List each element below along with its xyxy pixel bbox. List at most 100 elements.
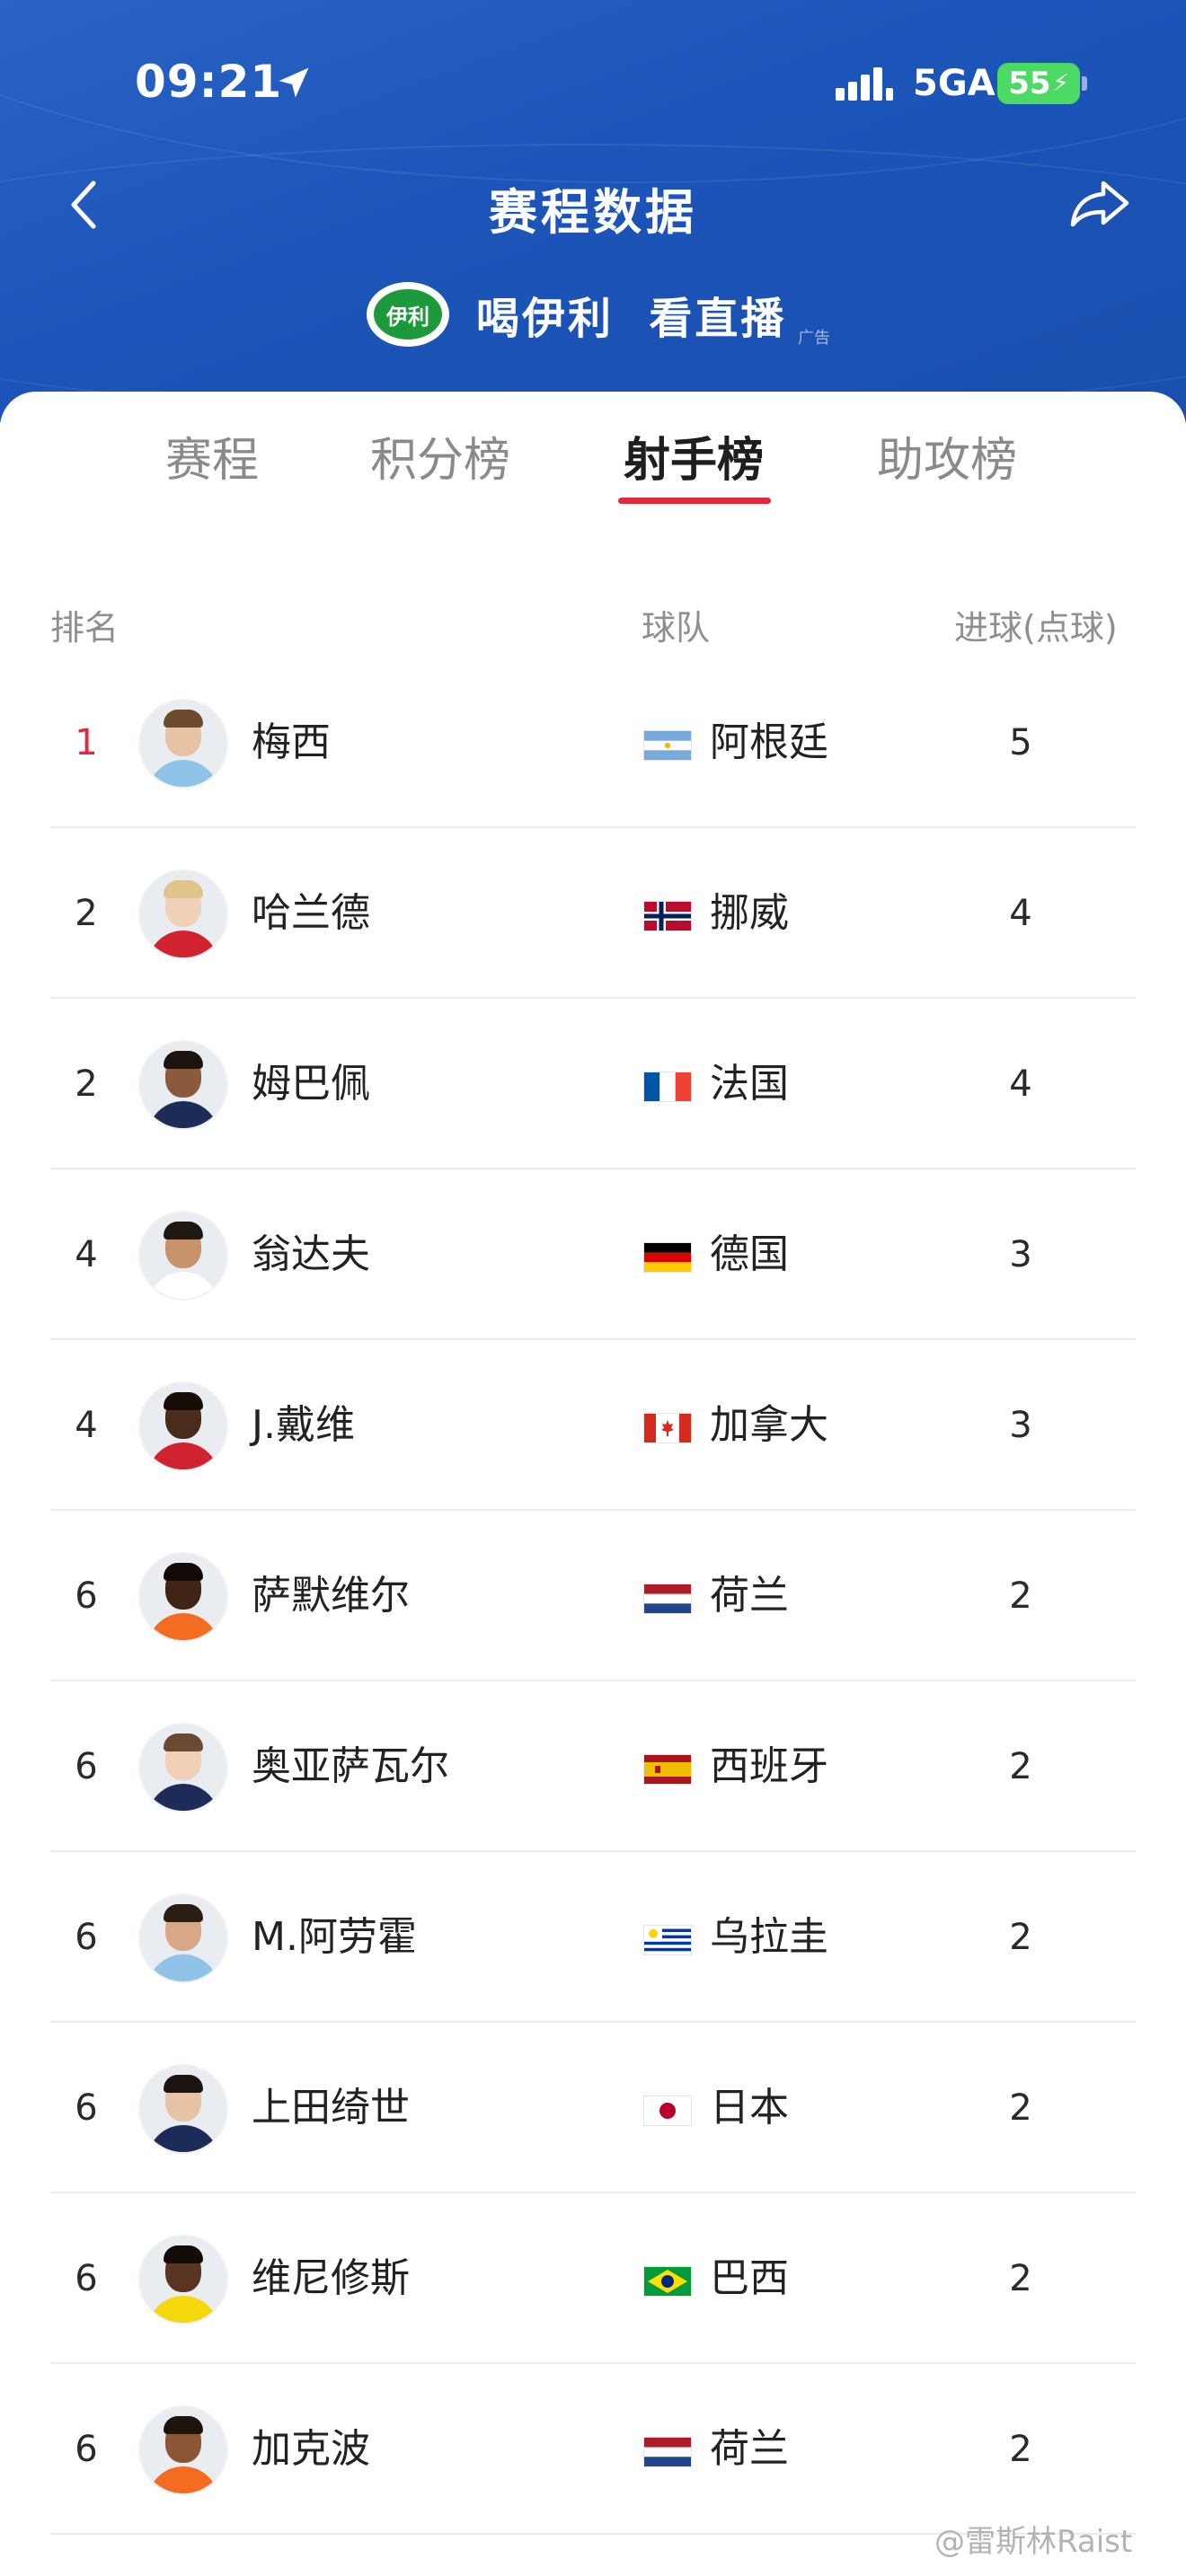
player-name[interactable]: 萨默维尔 [252,1511,410,1681]
player-name[interactable]: M.阿劳霍 [252,1852,417,2023]
player-avatar[interactable] [138,1723,228,1813]
team-name[interactable]: 阿根廷 [710,657,828,828]
goals-count: 2 [1009,1746,1032,1787]
player-name[interactable]: 哈兰德 [252,828,370,999]
player-avatar[interactable] [138,2064,228,2154]
tab-standings[interactable]: 积分榜 [370,422,510,490]
scorer-row[interactable]: 6 萨默维尔 荷兰 2 [50,1511,1136,1681]
weibo-watermark: @雷斯林Raist [934,2524,1133,2560]
sponsor-ad-banner[interactable]: 伊利 喝伊利 看直播 [367,282,786,347]
japan-flag [643,2095,692,2126]
ad-text: 喝伊利 看直播 [476,294,787,344]
scorer-row[interactable]: 2 姆巴佩 法国 4 [50,999,1136,1169]
brazil-flag [643,2266,692,2297]
ad-label: 广告 [798,329,830,348]
avatar-shirt [147,1954,219,1981]
player-avatar[interactable] [138,2235,228,2325]
tab-top-scorers[interactable]: 射手榜 [624,422,764,490]
player-avatar[interactable] [138,869,228,959]
yili-logo-text: 伊利 [386,304,429,330]
tab-assists[interactable]: 助攻榜 [877,422,1017,490]
column-header-goals: 进球(点球) [954,608,1118,648]
goals-count: 2 [1009,2087,1032,2129]
tab-schedule[interactable]: 赛程 [165,422,259,490]
goals-count: 3 [1009,1405,1032,1446]
player-name[interactable]: 翁达夫 [252,1169,370,1340]
battery-indicator: 55 ⚡ [997,63,1080,104]
share-icon[interactable] [1069,176,1132,230]
player-avatar[interactable] [138,1552,228,1642]
argentina-flag [643,730,692,761]
location-arrow-icon [279,67,309,98]
scorer-row[interactable]: 2 哈兰德 挪威 4 [50,828,1136,999]
goals-count: 2 [1009,1575,1032,1617]
scorer-row[interactable]: 4 翁达夫 德国 3 [50,1169,1136,1340]
uruguay-flag [643,1925,692,1955]
scorer-row[interactable]: 6 维尼修斯 巴西 2 [50,2193,1136,2364]
team-name[interactable]: 乌拉圭 [710,1852,828,2023]
goals-count: 2 [1009,2429,1032,2470]
avatar-hair [164,1392,203,1410]
scorer-row[interactable]: 6 加克波 荷兰 2 [50,2364,1136,2535]
player-name[interactable]: J.戴维 [252,1340,355,1511]
player-name[interactable]: 梅西 [252,657,331,828]
rank-number: 6 [75,2258,98,2299]
canada-flag [643,1413,692,1443]
rank-number: 6 [75,2429,98,2470]
team-name[interactable]: 日本 [710,2023,789,2193]
avatar-hair [164,710,203,728]
player-name[interactable]: 上田绮世 [252,2023,410,2193]
player-avatar[interactable] [138,1893,228,1983]
germany-flag [643,1242,692,1273]
rank-number: 4 [75,1234,98,1275]
team-name[interactable]: 西班牙 [710,1681,828,1852]
spain-flag [643,1754,692,1785]
player-name[interactable]: 姆巴佩 [252,999,370,1169]
scorer-row[interactable]: 1 梅西 阿根廷 5 [50,657,1136,828]
avatar-hair [164,2416,203,2434]
active-tab-indicator [618,498,771,504]
charging-bolt-icon: ⚡ [1052,70,1069,97]
scorer-row[interactable]: 6 上田绮世 日本 2 [50,2023,1136,2193]
avatar-shirt [147,1101,219,1128]
avatar-hair [164,880,203,898]
goals-count: 2 [1009,2258,1032,2299]
player-avatar[interactable] [138,1381,228,1471]
goals-count: 4 [1009,1063,1032,1105]
rank-number: 2 [75,1063,98,1105]
team-name[interactable]: 法国 [710,999,789,1169]
avatar-hair [164,1222,203,1239]
scorer-row[interactable]: 6 奥亚萨瓦尔 西班牙 2 [50,1681,1136,1852]
yili-logo: 伊利 [367,282,449,347]
tab-bar: 赛程 积分榜 射手榜 助攻榜 [0,422,1186,503]
player-name[interactable]: 加克波 [252,2364,370,2535]
player-avatar[interactable] [138,699,228,789]
page-title: 赛程数据 [489,184,697,241]
avatar-shirt [147,1613,219,1640]
player-name[interactable]: 奥亚萨瓦尔 [252,1681,449,1852]
network-type: 5GA [913,63,996,104]
avatar-shirt [147,2125,219,2152]
avatar-shirt [147,1784,219,1811]
avatar-shirt [147,1272,219,1299]
scorer-row[interactable]: 6 M.阿劳霍 乌拉圭 2 [50,1852,1136,2023]
scorer-row[interactable]: 4 J.戴维 加拿大 3 [50,1340,1136,1511]
player-name[interactable]: 维尼修斯 [252,2193,410,2364]
goals-count: 5 [1009,722,1032,763]
player-avatar[interactable] [138,2405,228,2495]
battery-level: 55 [1008,66,1051,101]
team-name[interactable]: 加拿大 [710,1340,828,1511]
team-name[interactable]: 荷兰 [710,1511,789,1681]
player-avatar[interactable] [138,1211,228,1301]
status-time: 09:21 [135,56,283,108]
team-name[interactable]: 荷兰 [710,2364,789,2535]
rank-number: 2 [75,893,98,934]
team-name[interactable]: 巴西 [710,2193,789,2364]
avatar-hair [164,1734,203,1751]
norway-flag [643,901,692,931]
team-name[interactable]: 挪威 [710,828,789,999]
rank-number: 6 [75,1917,98,1958]
team-name[interactable]: 德国 [710,1169,789,1340]
player-avatar[interactable] [138,1040,228,1130]
goals-count: 2 [1009,1917,1032,1958]
